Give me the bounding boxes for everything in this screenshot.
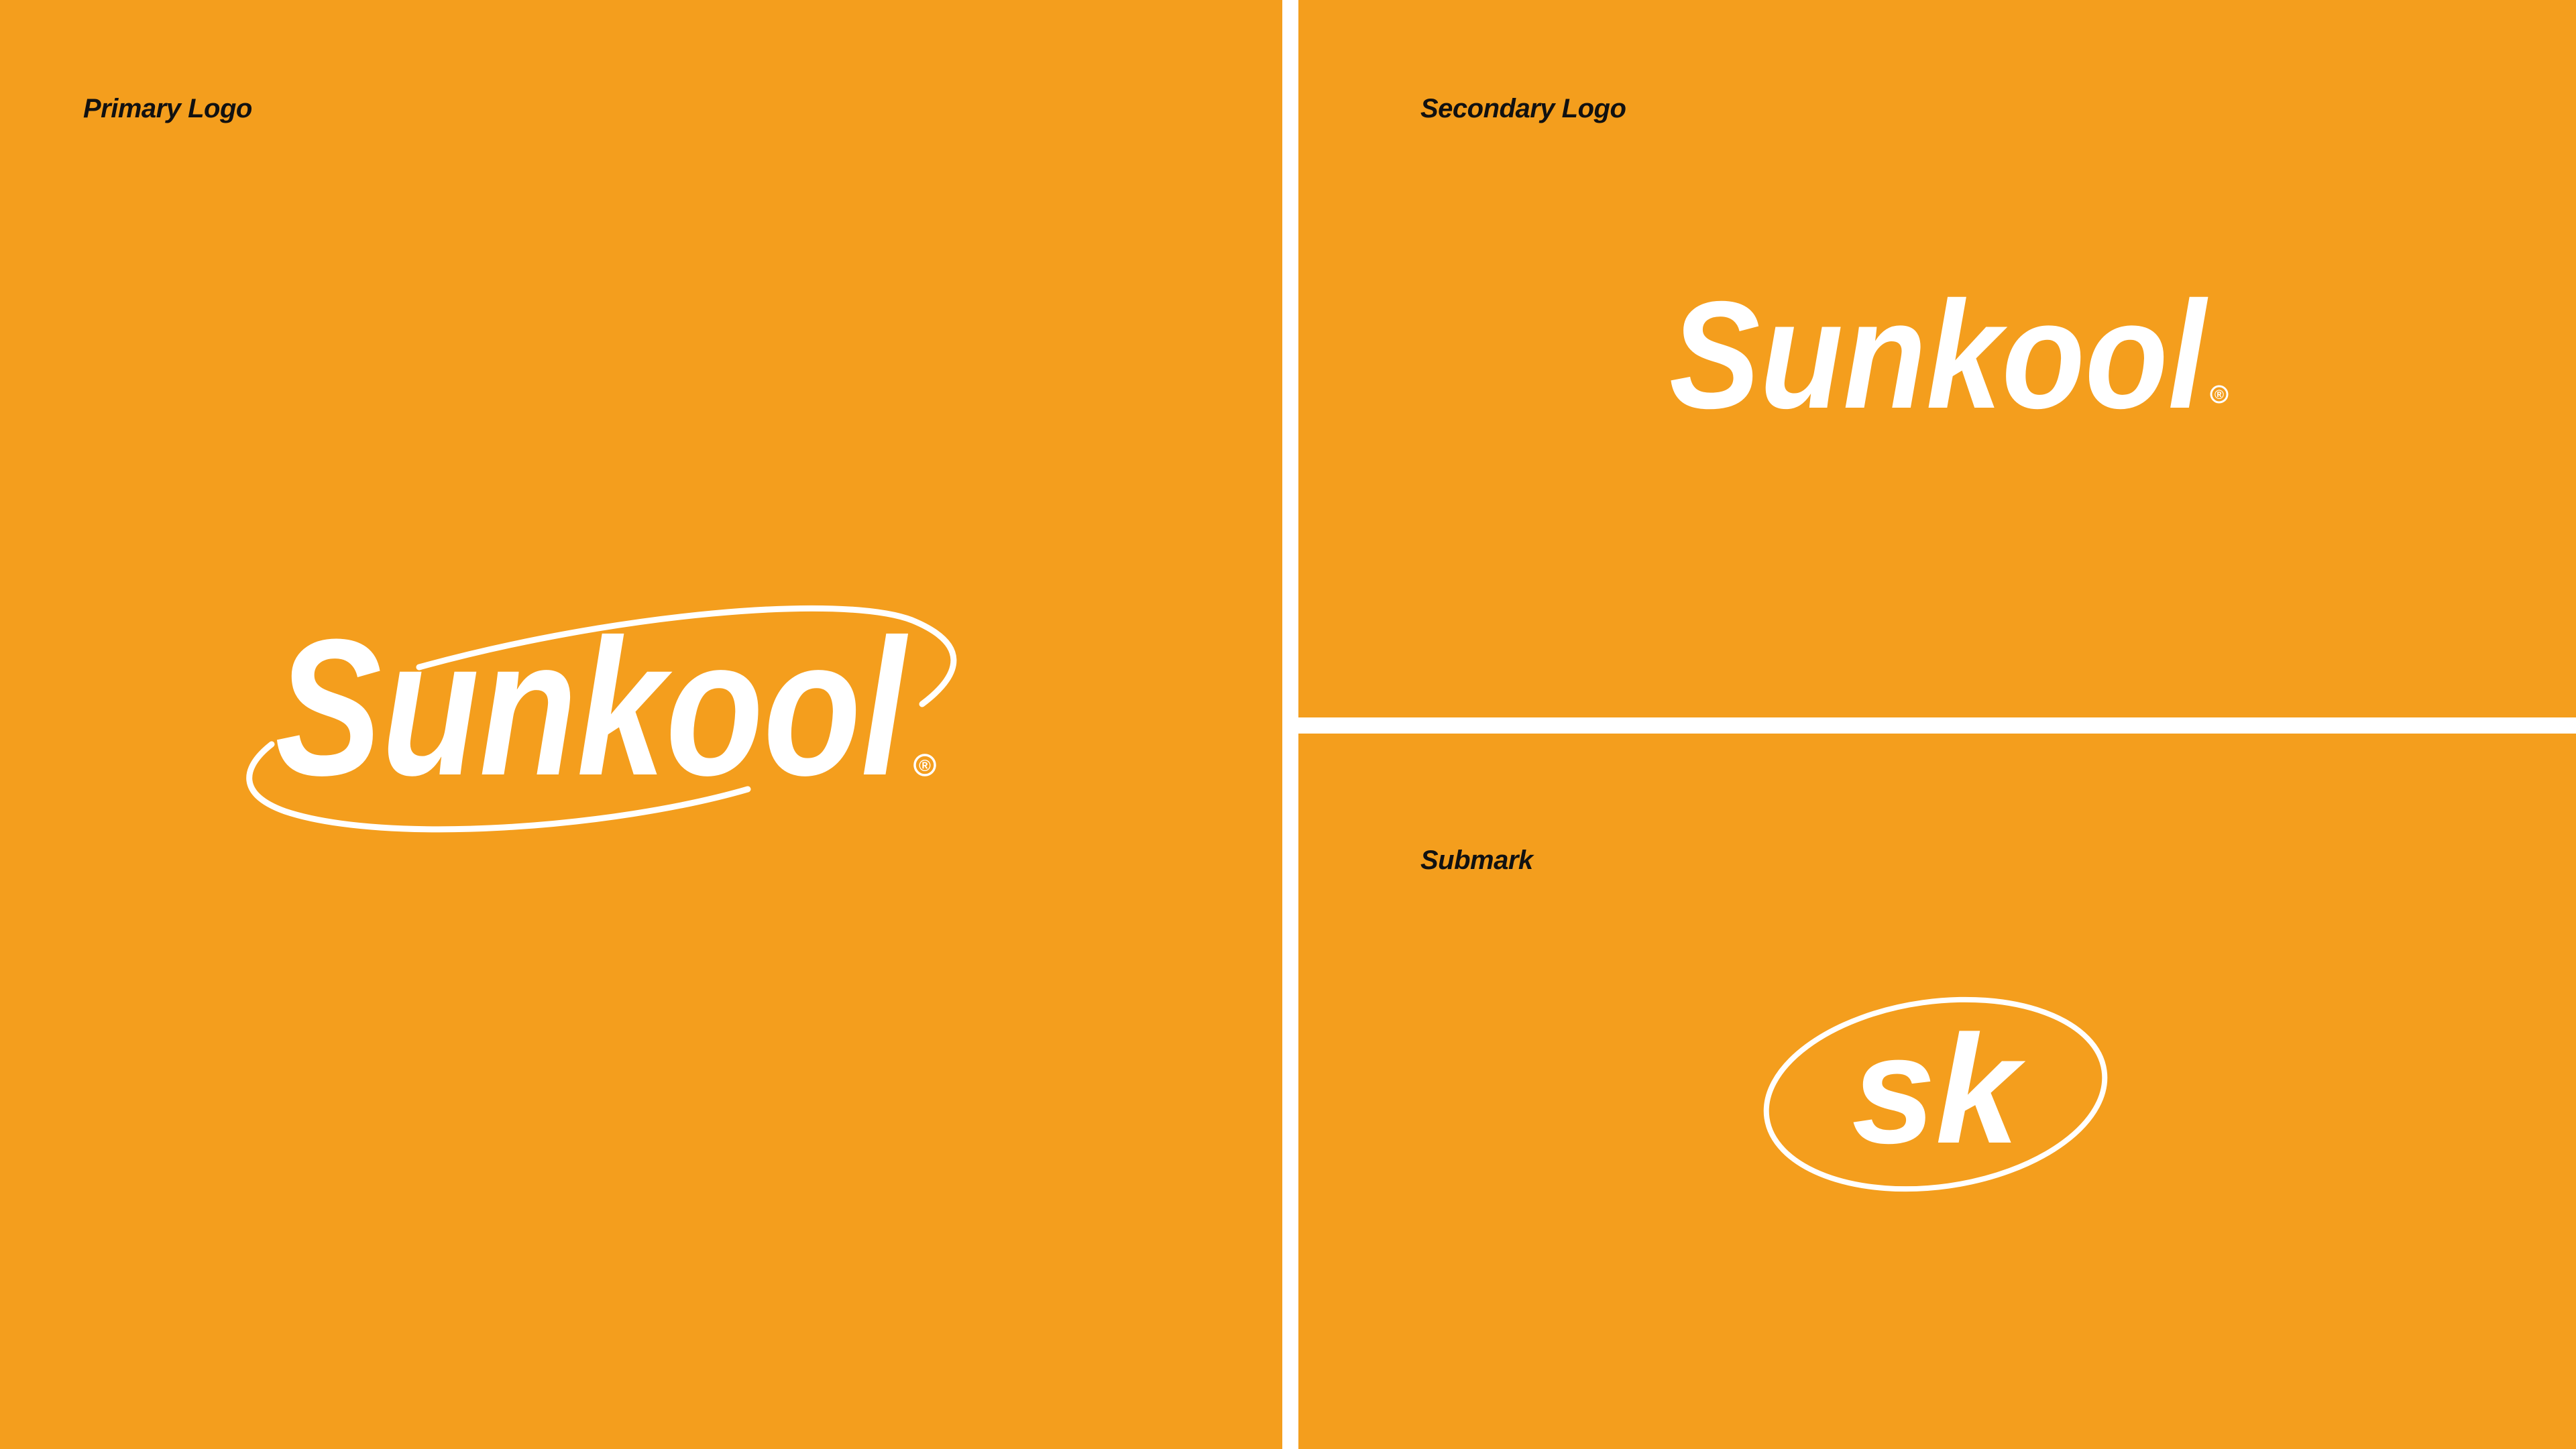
- secondary-logo: Sunkool ®: [1669, 270, 2229, 441]
- submark-wordmark: sk: [1852, 1003, 2026, 1175]
- svg-text:®: ®: [2215, 388, 2224, 402]
- secondary-logo-panel: Secondary Logo Sunkool ®: [1298, 0, 2576, 717]
- secondary-logo-wordmark: Sunkool: [1669, 270, 2208, 441]
- primary-logo-panel: Primary Logo Sunkool ®: [0, 0, 1282, 1449]
- secondary-logo-registered-icon: ®: [2210, 385, 2229, 404]
- svg-text:®: ®: [919, 757, 931, 775]
- secondary-logo-label: Secondary Logo: [1420, 94, 1626, 123]
- brand-board: Primary Logo Sunkool ® Secondary Logo Su…: [0, 0, 2576, 1449]
- submark-label: Submark: [1420, 846, 1533, 875]
- primary-logo: Sunkool ®: [246, 599, 957, 833]
- primary-logo-registered-icon: ®: [913, 754, 936, 776]
- primary-logo-wordmark: Sunkool: [275, 599, 909, 816]
- primary-logo-label: Primary Logo: [83, 94, 252, 123]
- submark-logo: sk: [1763, 996, 2108, 1192]
- submark-panel: Submark sk: [1298, 734, 2576, 1449]
